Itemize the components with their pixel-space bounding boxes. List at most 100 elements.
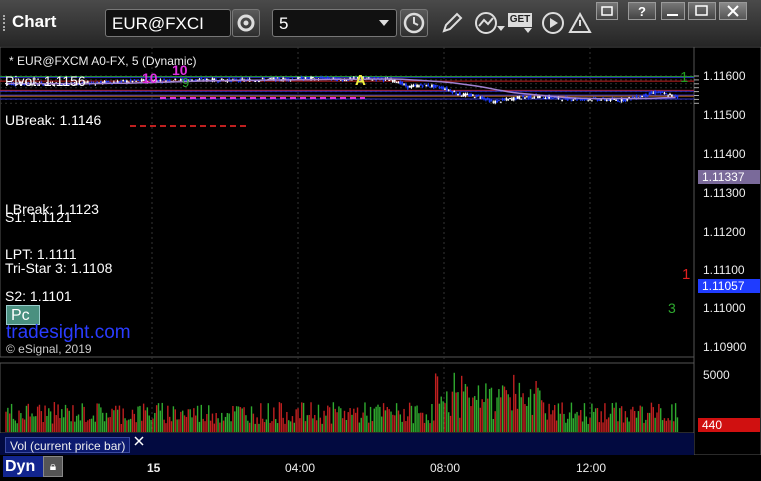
volume-bar: [444, 403, 446, 432]
help-button[interactable]: ?: [628, 2, 656, 20]
get-data-icon[interactable]: GET: [508, 13, 532, 27]
volume-bar: [434, 373, 437, 432]
candle-body: [419, 84, 422, 86]
symbol-settings-button[interactable]: [232, 9, 260, 37]
volume-bar: [470, 406, 472, 432]
volume-bar: [66, 408, 69, 432]
volume-bar: [503, 386, 506, 432]
volume-bar: [221, 412, 223, 432]
candle-body: [382, 79, 385, 82]
volume-bar: [412, 423, 415, 432]
time-tick: 12:00: [576, 461, 607, 475]
volume-bar: [557, 403, 560, 432]
candle-body: [561, 100, 564, 102]
volume-bar: [360, 417, 362, 432]
volume-bar: [436, 376, 439, 432]
volume-legend[interactable]: Vol (current price bar): [5, 437, 130, 453]
volume-bar: [9, 413, 11, 432]
volume-bar: [648, 412, 651, 432]
candle-body: [397, 82, 400, 84]
time-tick: 15: [147, 461, 161, 475]
minimize-button[interactable]: [661, 2, 685, 20]
candle-body: [427, 84, 430, 87]
volume-bar: [295, 409, 297, 432]
chevron-down-icon[interactable]: [378, 18, 390, 28]
drag-grip-icon[interactable]: [3, 15, 10, 31]
candle-body: [200, 78, 203, 80]
candle-body: [194, 79, 197, 81]
candle-body: [135, 80, 138, 82]
volume-bar: [48, 408, 50, 432]
restore-button[interactable]: [596, 2, 618, 20]
chevron-down-icon[interactable]: [524, 28, 532, 34]
volume-bar: [425, 414, 428, 432]
candle-body: [308, 77, 311, 79]
time-button[interactable]: [400, 9, 428, 37]
candle-body: [434, 84, 437, 87]
dynamic-toggle[interactable]: Dyn: [3, 456, 45, 477]
price-tick: 1.11200: [703, 225, 746, 239]
maximize-button[interactable]: [688, 2, 716, 20]
volume-bar: [633, 411, 636, 432]
pencil-icon[interactable]: [439, 10, 465, 36]
volume-bar: [652, 407, 654, 432]
candle-body: [421, 85, 424, 87]
volume-bar: [620, 406, 623, 432]
play-icon[interactable]: [540, 10, 566, 36]
candle-body: [403, 83, 405, 85]
s2-label: S2: 1.1101: [5, 288, 72, 304]
volume-bar: [671, 404, 673, 432]
candle-body: [447, 89, 450, 91]
volume-bar: [280, 403, 282, 432]
close-button[interactable]: [719, 2, 747, 20]
volume-bar: [637, 411, 640, 432]
volume-bar: [284, 423, 286, 432]
volume-bar: [338, 406, 340, 432]
volume-bar: [293, 422, 295, 432]
volume-bar: [98, 403, 100, 432]
study-icon[interactable]: [474, 10, 500, 36]
candle-body: [570, 100, 573, 102]
candle-body: [261, 78, 264, 80]
volume-bar: [643, 422, 645, 432]
candle-body: [457, 93, 459, 96]
candle-body: [544, 98, 547, 100]
volume-bar: [321, 423, 323, 432]
volume-bar: [29, 416, 31, 432]
signal-1-red: 1: [682, 266, 691, 283]
chevron-down-icon[interactable]: [497, 26, 505, 32]
candle-body: [516, 96, 519, 99]
price-chart[interactable]: [0, 46, 761, 481]
volume-bar: [219, 422, 221, 432]
candle-body: [391, 80, 394, 83]
candle-body: [551, 97, 554, 99]
candle-body: [674, 95, 677, 97]
volume-bar: [269, 422, 271, 432]
volume-bar: [440, 396, 442, 432]
candle-body: [488, 99, 491, 103]
close-icon[interactable]: [133, 435, 145, 447]
volume-bar: [537, 387, 539, 432]
candle-body: [471, 94, 474, 96]
volume-bar: [567, 418, 569, 432]
candle-body: [546, 96, 549, 99]
candle-body: [512, 97, 515, 101]
volume-bar: [189, 409, 191, 432]
volume-bar: [483, 401, 485, 432]
candle-body: [458, 92, 461, 95]
volume-bar: [204, 421, 206, 432]
candle-body: [585, 99, 588, 101]
candle-body: [670, 94, 673, 97]
question-icon: ?: [638, 4, 646, 19]
volume-bar: [124, 418, 126, 432]
symbol-input[interactable]: EUR@FXCI: [105, 9, 231, 37]
candle-body: [514, 97, 517, 100]
volume-bar: [544, 413, 547, 432]
candle-body: [86, 81, 89, 83]
lock-icon[interactable]: 🔒︎: [43, 456, 63, 477]
volume-bar: [600, 411, 602, 432]
volume-bar: [312, 418, 314, 432]
volume-bar: [301, 402, 303, 432]
candle-body: [509, 98, 511, 100]
alert-icon[interactable]: [567, 10, 593, 36]
